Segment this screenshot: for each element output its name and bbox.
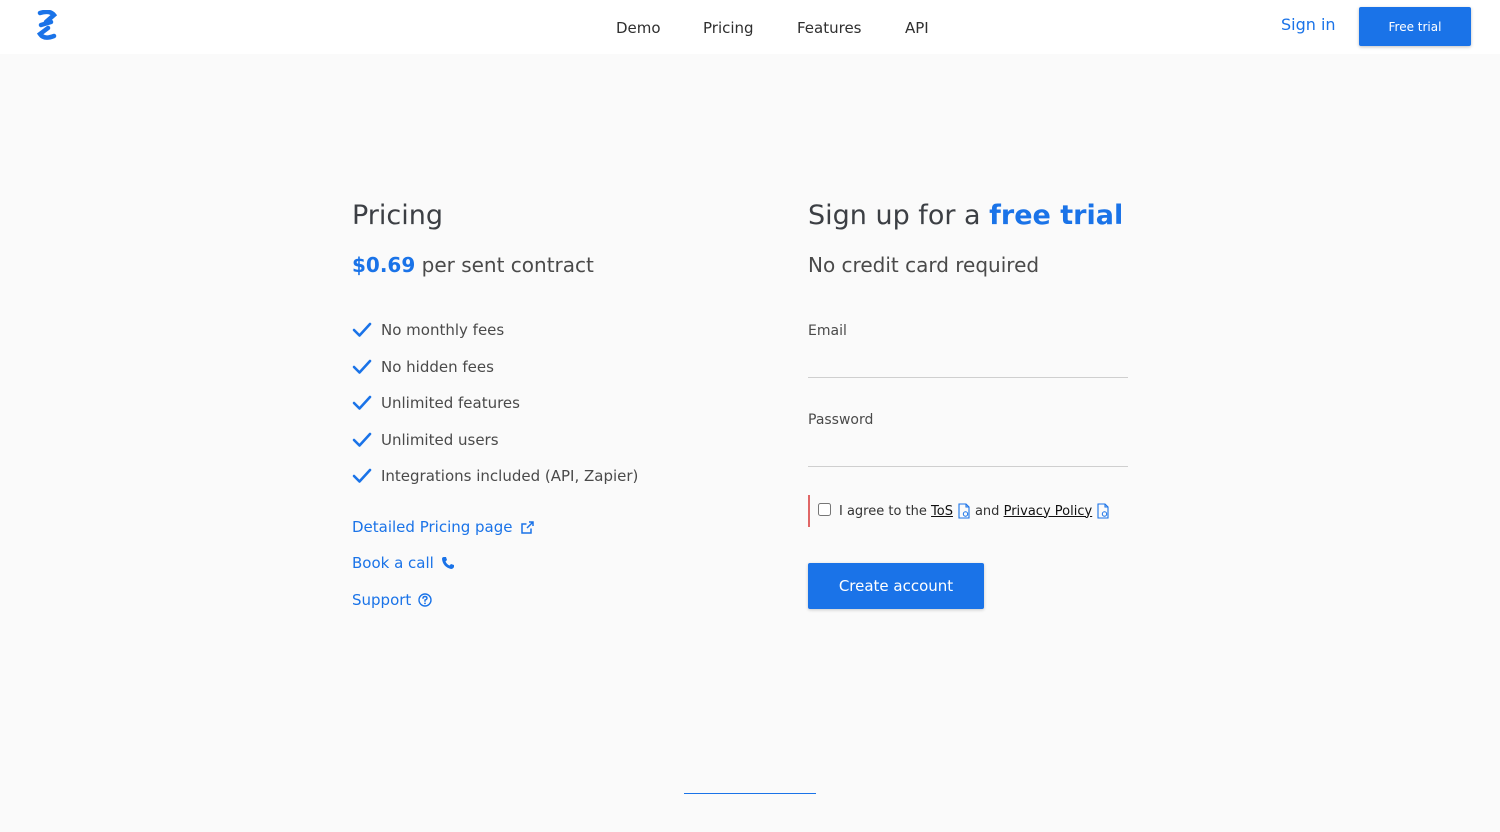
price-line: $0.69 per sent contract xyxy=(352,253,752,277)
nav-demo[interactable]: Demo xyxy=(616,19,661,37)
feature-item: No monthly fees xyxy=(352,321,752,358)
pricing-links: Detailed Pricing page Book a call Suppor… xyxy=(352,518,752,628)
feature-item: No hidden fees xyxy=(352,358,752,395)
external-link-icon xyxy=(520,520,534,534)
checkmark-icon xyxy=(352,432,372,447)
signup-title-accent: free trial xyxy=(989,200,1124,231)
price-amount: $0.69 xyxy=(352,253,416,277)
email-label: Email xyxy=(808,323,847,339)
sign-in-link[interactable]: Sign in xyxy=(1281,15,1336,34)
signup-title-prefix: Sign up for a xyxy=(808,200,981,231)
document-icon[interactable] xyxy=(1096,503,1110,519)
nav-api[interactable]: API xyxy=(905,19,929,37)
pricing-title: Pricing xyxy=(352,200,444,231)
book-call-label: Book a call xyxy=(352,554,434,572)
agree-prefix: I agree to the xyxy=(839,503,927,519)
phone-icon xyxy=(441,557,454,569)
checkmark-icon xyxy=(352,395,372,410)
feature-label: No monthly fees xyxy=(381,321,505,339)
feature-label: Unlimited users xyxy=(381,430,499,449)
detailed-pricing-link[interactable]: Detailed Pricing page xyxy=(352,518,752,555)
terms-checkbox[interactable] xyxy=(818,502,831,516)
top-navbar: Demo Pricing Features API Sign in Free t… xyxy=(0,0,1500,54)
help-circle-icon xyxy=(418,592,432,607)
support-link[interactable]: Support xyxy=(352,591,752,628)
email-field[interactable] xyxy=(808,348,1128,378)
book-call-link[interactable]: Book a call xyxy=(352,554,752,591)
feature-list: No monthly fees No hidden fees Unlimited… xyxy=(352,321,752,504)
feature-item: Unlimited users xyxy=(352,431,752,468)
checkmark-icon xyxy=(352,359,372,374)
checkmark-icon xyxy=(352,468,372,483)
feature-label: Integrations included (API, Zapier) xyxy=(381,467,639,485)
support-label: Support xyxy=(352,590,412,609)
feature-item: Integrations included (API, Zapier) xyxy=(352,467,752,504)
signup-title: Sign up for a free trial xyxy=(808,200,1138,231)
terms-agreement: I agree to the ToS and Privacy Policy xyxy=(808,495,1138,527)
checkmark-icon xyxy=(352,322,372,337)
password-label: Password xyxy=(808,412,874,428)
nav-features[interactable]: Features xyxy=(797,19,862,37)
price-suffix: per sent contract xyxy=(421,253,594,277)
nav-pricing[interactable]: Pricing xyxy=(703,19,754,37)
privacy-policy-link[interactable]: Privacy Policy xyxy=(1004,504,1093,519)
signup-section: Sign up for a free trial No credit card … xyxy=(808,200,1138,609)
detailed-pricing-label: Detailed Pricing page xyxy=(352,517,513,536)
signup-subtitle: No credit card required xyxy=(808,253,1040,277)
create-account-button[interactable]: Create account xyxy=(808,563,984,609)
free-trial-button[interactable]: Free trial xyxy=(1359,7,1471,46)
document-icon[interactable] xyxy=(957,503,971,519)
password-field[interactable] xyxy=(808,437,1128,467)
divider xyxy=(684,793,816,794)
feature-label: No hidden fees xyxy=(381,357,494,376)
tos-link[interactable]: ToS xyxy=(931,504,953,519)
agree-and: and xyxy=(974,503,1000,519)
feature-label: Unlimited features xyxy=(381,394,520,412)
pricing-section: Pricing $0.69 per sent contract No month… xyxy=(352,200,752,627)
feature-item: Unlimited features xyxy=(352,394,752,431)
main-nav: Demo Pricing Features API xyxy=(0,19,1500,43)
